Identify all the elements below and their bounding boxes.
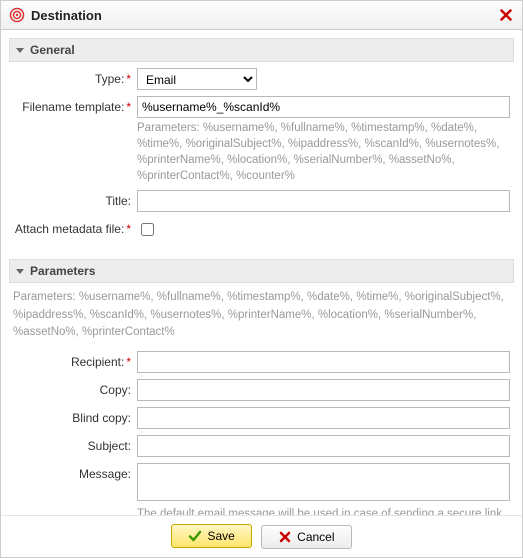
required-mark: *: [126, 100, 131, 114]
recipient-input[interactable]: [137, 351, 510, 373]
section-header-general[interactable]: General: [9, 38, 514, 62]
row-subject: Subject:: [9, 435, 514, 457]
label-title: Title:: [9, 190, 137, 208]
required-mark: *: [126, 72, 131, 86]
target-icon: [9, 7, 25, 23]
filename-template-hint: Parameters: %username%, %fullname%, %tim…: [137, 120, 510, 184]
dialog-body: General Type:* Email Filename template:*: [1, 30, 522, 515]
close-button[interactable]: [498, 7, 514, 23]
row-recipient: Recipient:*: [9, 351, 514, 373]
titlebar: Destination: [1, 1, 522, 30]
subject-input[interactable]: [137, 435, 510, 457]
label-blind-copy: Blind copy:: [9, 407, 137, 425]
message-hint: The default email message will be used i…: [137, 506, 510, 515]
check-icon: [188, 529, 202, 543]
title-input[interactable]: [137, 190, 510, 212]
destination-dialog: Destination General Type:* Email: [0, 0, 523, 558]
label-recipient: Recipient:*: [9, 351, 137, 369]
copy-input[interactable]: [137, 379, 510, 401]
required-mark: *: [126, 222, 131, 236]
chevron-down-icon: [16, 269, 24, 274]
cancel-button[interactable]: Cancel: [261, 525, 351, 549]
blind-copy-input[interactable]: [137, 407, 510, 429]
row-title: Title:: [9, 190, 514, 212]
label-message: Message:: [9, 463, 137, 481]
section-header-parameters[interactable]: Parameters: [9, 259, 514, 283]
section-general: Type:* Email Filename template:* Paramet…: [9, 62, 514, 249]
filename-template-input[interactable]: [137, 96, 510, 118]
parameters-hint: Parameters: %username%, %fullname%, %tim…: [9, 283, 514, 345]
save-button[interactable]: Save: [171, 524, 251, 548]
section-title-general: General: [30, 43, 75, 57]
label-filename-template: Filename template:*: [9, 96, 137, 114]
row-type: Type:* Email: [9, 68, 514, 90]
label-subject: Subject:: [9, 435, 137, 453]
chevron-down-icon: [16, 48, 24, 53]
row-attach-metadata: Attach metadata file:*: [9, 218, 514, 239]
section-title-parameters: Parameters: [30, 264, 95, 278]
label-type: Type:*: [9, 68, 137, 86]
type-select[interactable]: Email: [137, 68, 257, 90]
row-message: Message: The default email message will …: [9, 463, 514, 515]
attach-metadata-checkbox[interactable]: [141, 223, 154, 236]
required-mark: *: [126, 355, 131, 369]
row-filename-template: Filename template:* Parameters: %usernam…: [9, 96, 514, 184]
section-parameters: Recipient:* Copy: Blind copy:: [9, 345, 514, 515]
row-copy: Copy:: [9, 379, 514, 401]
close-icon: [278, 530, 292, 544]
label-copy: Copy:: [9, 379, 137, 397]
dialog-footer: Save Cancel: [1, 515, 522, 557]
label-attach-metadata: Attach metadata file:*: [9, 218, 137, 236]
row-blind-copy: Blind copy:: [9, 407, 514, 429]
message-textarea[interactable]: [137, 463, 510, 501]
dialog-title: Destination: [31, 8, 498, 23]
